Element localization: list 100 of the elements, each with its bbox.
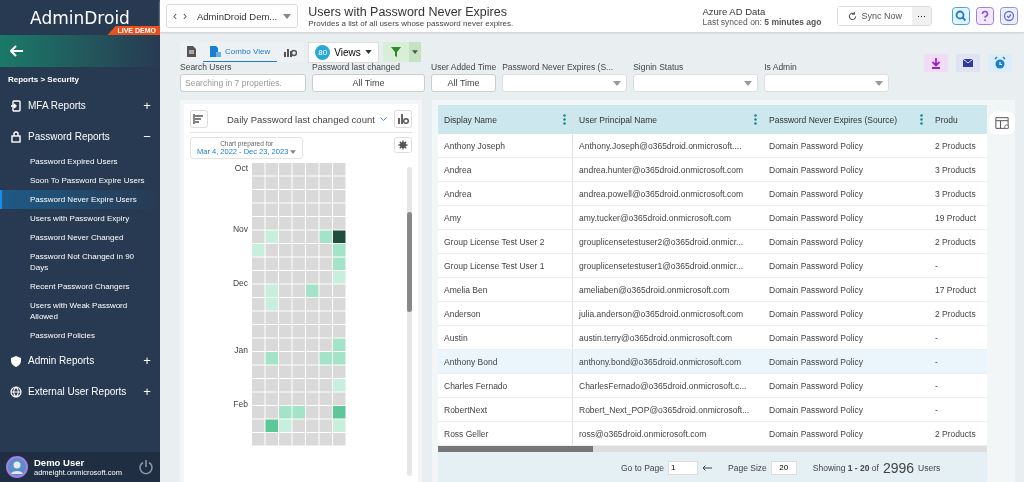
month-label: Nov <box>232 223 248 234</box>
table-cell-text: anthony.bond@o365droid.onmicrosoft.com <box>578 355 743 369</box>
sidebar-item[interactable]: Password Never Changed <box>0 228 160 247</box>
table-cell-text: ross@o365droid.onmicrosoft.com <box>578 427 708 441</box>
table-row[interactable]: RobertNext Robert_Next_POP@o365droid.onmicrosoft... Domain Password Policy - <box>438 398 987 422</box>
table-row[interactable]: Anthony Joseph Anthony.Joseph@o365droid.onmicrosoft.... Domain Password Policy 2 Products <box>438 134 987 158</box>
column-settings-icon[interactable] <box>989 110 1015 136</box>
back-arrow-icon[interactable] <box>10 45 24 57</box>
enter-arrow-icon[interactable] <box>702 464 712 471</box>
sidebar-item[interactable]: Users with Weak Password Allowed <box>0 296 160 326</box>
bar-list-icon[interactable] <box>190 110 208 128</box>
check-circle-icon[interactable] <box>1000 7 1018 25</box>
table-cell: Anthony Joseph <box>438 134 573 157</box>
search-icon[interactable] <box>952 7 970 25</box>
alarm-clock-icon[interactable] <box>988 54 1012 72</box>
mail-icon[interactable] <box>956 54 980 72</box>
table-cell-text: 3 Products <box>934 163 977 177</box>
table-cell: Anthony Bond <box>438 350 573 373</box>
table-cell-text: Domain Password Policy <box>768 379 864 393</box>
table-cell-text: 2 Products <box>934 307 977 321</box>
table-cell-text: Domain Password Policy <box>768 331 864 345</box>
page-size-label: Page Size <box>728 462 767 473</box>
page-number-field[interactable]: 1 <box>668 460 698 475</box>
table-cell-text: Domain Password Policy <box>768 427 864 441</box>
download-icon[interactable] <box>924 54 948 72</box>
menu-section[interactable]: Password Reports − <box>0 121 160 152</box>
kebab-icon[interactable] <box>920 114 923 125</box>
table-row[interactable]: Amy amy.tucker@o365droid.onmicrosoft.com Domain Password Policy 19 Product <box>438 206 987 230</box>
table-cell-text: - <box>934 379 939 393</box>
views-button[interactable]: 80 Views <box>308 41 379 63</box>
column-header[interactable]: Password Never Expires (Source) <box>763 105 929 134</box>
menu-section[interactable]: MFA Reports + <box>0 90 160 121</box>
table-cell-text: julia.anderson@o365droid.onmicrosoft.com <box>578 307 745 321</box>
chart-title[interactable]: Daily Password last changed count <box>227 113 375 125</box>
table-row[interactable]: Andrea andrea.powell@o365droid.onmicrosoft.com Domain Password Policy 3 Products <box>438 182 987 206</box>
dropdown-field[interactable] <box>633 74 759 92</box>
menu-section[interactable]: Admin Reports + <box>0 345 160 376</box>
time-range-button[interactable]: All Time <box>431 74 497 92</box>
caret-icon <box>283 13 292 19</box>
user-name: Demo User <box>34 457 86 468</box>
scrollbar[interactable] <box>407 167 412 476</box>
filter-label: Is Admin <box>764 62 798 72</box>
column-header[interactable]: Display Name <box>438 105 573 134</box>
kebab-icon[interactable] <box>563 114 566 125</box>
help-icon[interactable] <box>976 7 994 25</box>
table-cell-text: Domain Password Policy <box>768 211 864 225</box>
time-range-button[interactable]: All Time <box>312 74 425 92</box>
dropdown-field[interactable] <box>764 74 890 92</box>
avatar-icon <box>6 456 28 478</box>
table-cell: Andrea <box>438 158 573 181</box>
org-switcher[interactable]: ‹ › AdminDroid Dem... <box>166 4 299 28</box>
table-row[interactable]: Group License Test User 1 grouplicensetestuser1@o365droid.onmicr... Domain Password Policy - <box>438 254 987 278</box>
sidebar-item[interactable]: Users with Password Expiry <box>0 209 160 228</box>
table-cell: RobertNext <box>438 398 573 421</box>
combo-view-tab[interactable]: Combo View <box>203 42 278 62</box>
table-cell-text: Domain Password Policy <box>768 235 864 249</box>
chart-gear-icon <box>284 46 298 57</box>
table-cell-text: austin.terry@o365droid.onmicrosoft.com <box>578 331 734 345</box>
table-row[interactable]: Group License Test User 2 grouplicensetestuser2@o365droid.onmicr... Domain Password Policy 2 Products <box>438 230 987 254</box>
column-header[interactable]: User Principal Name <box>573 105 763 134</box>
table-cell-text: Domain Password Policy <box>768 259 864 273</box>
page-size-field[interactable]: 20 <box>770 460 797 475</box>
table-row[interactable]: Anderson julia.anderson@o365droid.onmicrosoft.com Domain Password Policy 2 Products <box>438 302 987 326</box>
table-cell-text: andrea.hunter@o365droid.onmicrosoft.com <box>578 163 745 177</box>
table-cell-text: Robert_Next_POP@o365droid.onmicrosoft... <box>578 403 751 417</box>
menu-section[interactable]: External User Reports + <box>0 376 160 407</box>
sidebar-item[interactable]: Password Not Changed in 90 Days <box>0 247 160 277</box>
sidebar-item[interactable]: Soon To Password Expire Users <box>0 171 160 190</box>
sidebar-item[interactable]: Recent Password Changers <box>0 277 160 296</box>
settings-icon[interactable] <box>394 137 412 153</box>
table-row[interactable]: Charles Fernado CharlesFernado@o365droid.onmicrosoft.c... Domain Password Policy - <box>438 374 987 398</box>
sidebar-item[interactable]: Password Expired Users <box>0 152 160 171</box>
chart-gear-icon[interactable] <box>394 110 412 128</box>
table-row[interactable]: Amelia Ben ameliaben@o365droid.onmicrosoft.com Domain Password Policy 17 Product <box>438 278 987 302</box>
table-cell-text: CharlesFernado@o365droid.onmicrosoft.c... <box>578 379 748 393</box>
table-cell: Austin <box>438 326 573 349</box>
shield-icon <box>10 354 22 367</box>
column-header[interactable]: Produ <box>929 105 983 134</box>
table-row[interactable]: Anthony Bond anthony.bond@o365droid.onmicrosoft.com Domain Password Policy - <box>438 350 987 374</box>
caret-icon <box>411 50 418 54</box>
scrollbar[interactable] <box>438 446 987 452</box>
lock-icon <box>10 130 22 143</box>
caret-icon <box>613 80 622 86</box>
search-field[interactable]: Searching in 7 properties. <box>180 74 306 92</box>
go-to-page-label: Go to Page <box>621 462 664 473</box>
sidebar-item[interactable]: Password Policies <box>0 326 160 345</box>
table-cell-text: 17 Product <box>934 283 978 297</box>
power-icon[interactable] <box>138 459 154 475</box>
more-button[interactable]: ··· <box>912 7 931 25</box>
table-row[interactable]: Andrea andrea.hunter@o365droid.onmicrosoft.com Domain Password Policy 3 Products <box>438 158 987 182</box>
table-cell: Group License Test User 1 <box>438 254 573 277</box>
filter-label: Search Users <box>180 62 233 72</box>
chevron-down-icon <box>379 116 387 122</box>
kebab-icon[interactable] <box>754 114 757 125</box>
table-cell: Anderson <box>438 302 573 325</box>
dropdown-field[interactable] <box>502 74 628 92</box>
filter-button[interactable] <box>382 42 421 62</box>
logo-text: AdminDroid <box>30 8 130 28</box>
last-synced-text: Last synced on: 5 minutes ago <box>702 16 822 27</box>
table-cell-text: 2 Products <box>934 427 977 441</box>
